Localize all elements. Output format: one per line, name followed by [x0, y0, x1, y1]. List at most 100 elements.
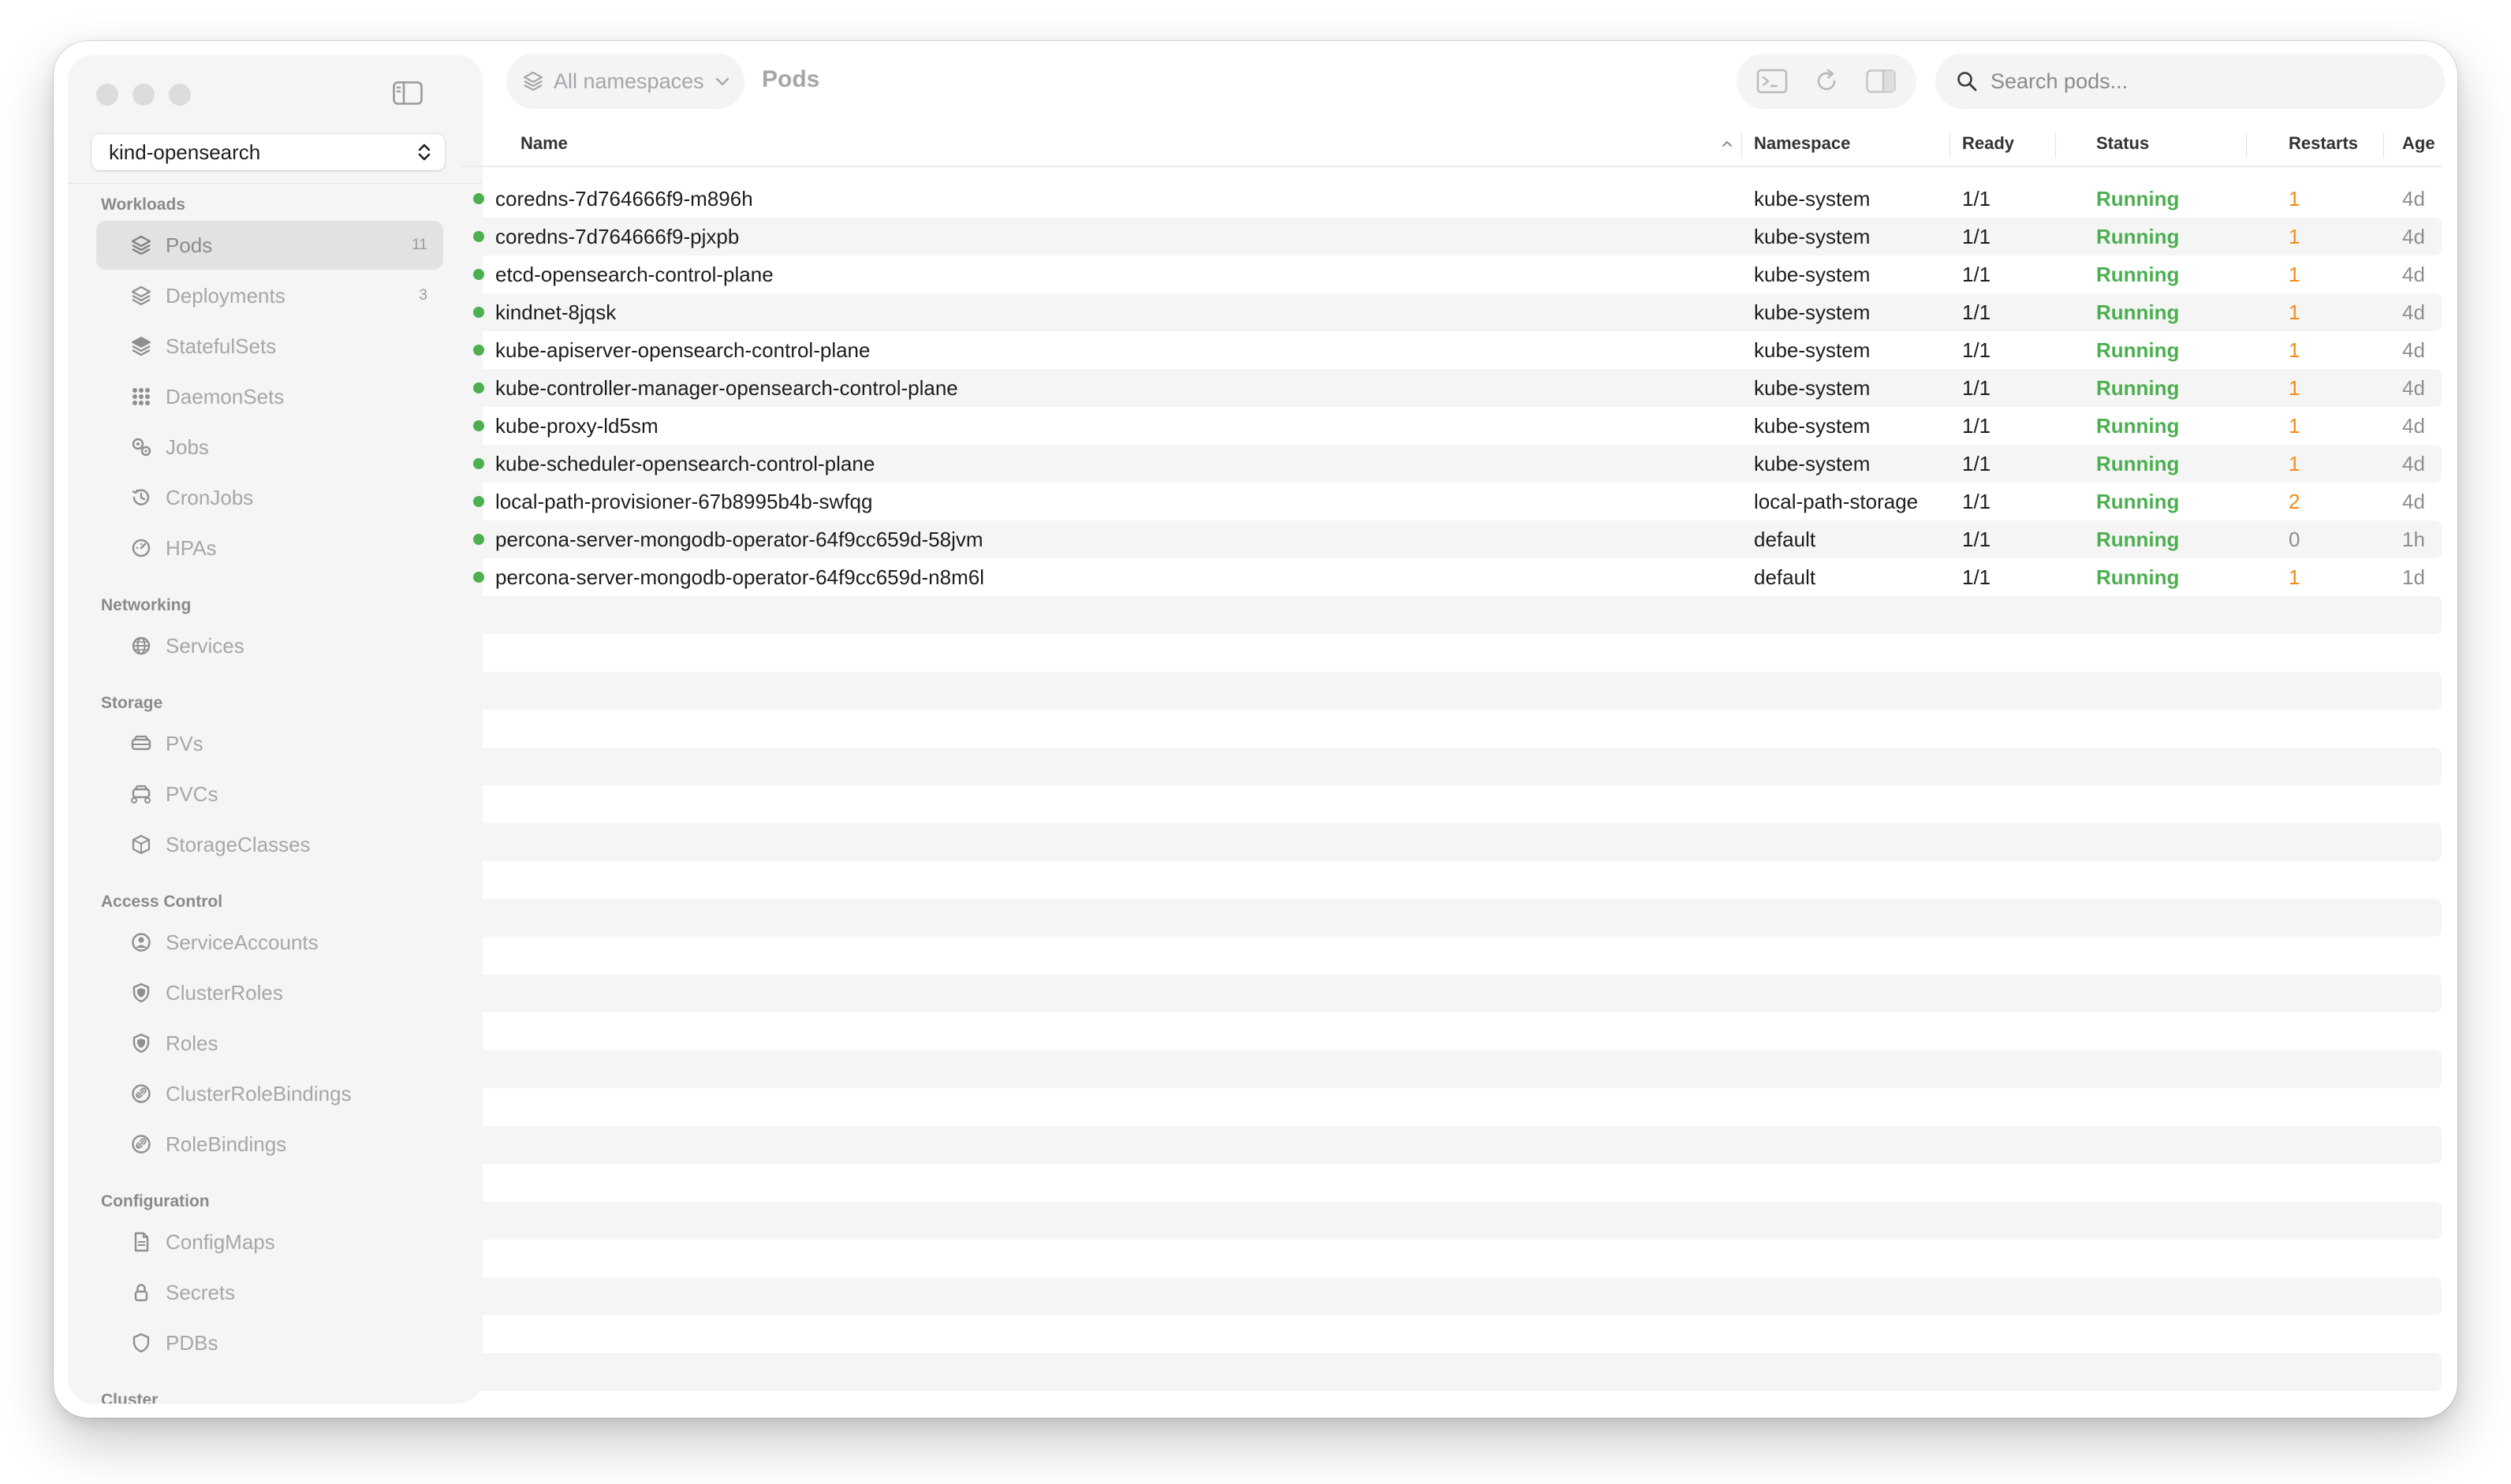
namespace-selector[interactable]: All namespaces: [506, 54, 744, 109]
sidebar-item-clusterrolebindings[interactable]: ClusterRoleBindings: [96, 1069, 443, 1118]
zoom-window-button[interactable]: [169, 84, 191, 106]
document-icon: [128, 1229, 155, 1255]
minimize-window-button[interactable]: [132, 84, 155, 106]
inspector-toggle-button[interactable]: [1862, 62, 1900, 100]
empty-row: [461, 1050, 2442, 1088]
link-circle-icon: [128, 1080, 155, 1107]
window-controls: [96, 84, 191, 106]
cell-name: kube-apiserver-opensearch-control-plane: [495, 338, 871, 362]
cell-name: coredns-7d764666f9-pjxpb: [495, 225, 740, 248]
column-header-restarts[interactable]: Restarts: [2289, 123, 2358, 167]
column-header-namespace[interactable]: Namespace: [1754, 123, 1850, 167]
cell-age: 4d: [2402, 452, 2425, 475]
table-row[interactable]: kube-apiserver-opensearch-control-plane k…: [461, 331, 2442, 369]
empty-row: [461, 1315, 2442, 1353]
sidebar-item-daemonsets[interactable]: DaemonSets: [96, 372, 443, 421]
table-row[interactable]: coredns-7d764666f9-m896h kube-system 1/1 Ru…: [461, 180, 2442, 218]
cell-name: percona-server-mongodb-operator-64f9cc65…: [495, 565, 985, 589]
table-row[interactable]: coredns-7d764666f9-pjxpb kube-system 1/1 Ru…: [461, 218, 2442, 255]
table-row[interactable]: kindnet-8jqsk kube-system 1/1 Running 1 4d: [461, 293, 2442, 331]
sidebar-item-storageclasses[interactable]: StorageClasses: [96, 820, 443, 869]
sidebar-toggle-button[interactable]: [391, 79, 424, 107]
sidebar-item-pdbs[interactable]: PDBs: [96, 1318, 443, 1367]
stack-icon: [128, 282, 155, 309]
sidebar-item-rolebindings[interactable]: RoleBindings: [96, 1120, 443, 1169]
column-header-name[interactable]: Name: [520, 123, 568, 167]
sidebar-item-configmaps[interactable]: ConfigMaps: [96, 1217, 443, 1266]
cell-status: Running: [2096, 225, 2180, 248]
updown-chevron-icon: [418, 144, 431, 161]
table-row[interactable]: kube-scheduler-opensearch-control-plane k…: [461, 445, 2442, 483]
empty-row: [461, 899, 2442, 937]
empty-row: [461, 596, 2442, 634]
cell-age: 4d: [2402, 490, 2425, 513]
cell-ready: 1/1: [1962, 187, 1991, 211]
cell-namespace: default: [1754, 528, 1816, 551]
table-row[interactable]: percona-server-mongodb-operator-64f9cc65…: [461, 558, 2442, 596]
cell-status: Running: [2096, 452, 2180, 475]
cell-age: 4d: [2402, 414, 2425, 438]
grid-dots-icon: [128, 383, 155, 410]
sidebar-item-label: StatefulSets: [166, 334, 277, 358]
empty-row: [461, 672, 2442, 710]
sidebar-section-cluster: Cluster: [68, 1385, 483, 1404]
sidebar-divider: [68, 183, 483, 184]
sidebar-item-cronjobs[interactable]: CronJobs: [96, 473, 443, 522]
table-row[interactable]: local-path-provisioner-67b8995b4b-swfqg l…: [461, 483, 2442, 520]
empty-row: [461, 1088, 2442, 1126]
terminal-button[interactable]: [1753, 62, 1791, 100]
sidebar-section-networking: Networking Services: [68, 590, 483, 688]
column-header-ready[interactable]: Ready: [1962, 123, 2014, 167]
sidebar-item-pvs[interactable]: PVs: [96, 719, 443, 768]
sidebar-section-title: Access Control: [101, 893, 223, 911]
sidebar-section-title: Workloads: [101, 196, 185, 214]
column-header-age[interactable]: Age: [2402, 123, 2435, 167]
cell-namespace: kube-system: [1754, 414, 1871, 438]
search-input[interactable]: [1991, 69, 2432, 94]
sidebar-item-serviceaccounts[interactable]: ServiceAccounts: [96, 918, 443, 967]
status-dot-icon: [473, 534, 484, 545]
context-select[interactable]: kind-opensearch: [91, 134, 445, 170]
sidebar-nav: Workloads Pods 11 Deployments 3 StatefulSets D…: [68, 189, 483, 1404]
sidebar: kind-opensearch Workloads Pods 11 Deploymen…: [68, 55, 483, 1404]
empty-row: [461, 823, 2442, 861]
sidebar-item-roles[interactable]: Roles: [96, 1019, 443, 1068]
lock-icon: [128, 1279, 155, 1306]
sidebar-item-secrets[interactable]: Secrets: [96, 1268, 443, 1317]
sidebar-item-pods[interactable]: Pods 11: [96, 221, 443, 270]
sidebar-item-label: StorageClasses: [166, 832, 311, 856]
cell-namespace: kube-system: [1754, 376, 1871, 400]
stack-filled-icon: [128, 333, 155, 360]
cell-status: Running: [2096, 376, 2180, 400]
refresh-button[interactable]: [1808, 62, 1845, 100]
table-row[interactable]: percona-server-mongodb-operator-64f9cc65…: [461, 520, 2442, 558]
sidebar-item-statefulsets[interactable]: StatefulSets: [96, 322, 443, 371]
cell-restarts: 1: [2289, 225, 2300, 248]
table-row[interactable]: kube-proxy-ld5sm kube-system 1/1 Running 1 4d: [461, 407, 2442, 445]
sidebar-item-pvcs[interactable]: PVCs: [96, 770, 443, 818]
sidebar-item-jobs[interactable]: Jobs: [96, 423, 443, 472]
sidebar-section-title: Configuration: [101, 1192, 210, 1210]
sidebar-item-label: ServiceAccounts: [166, 930, 319, 954]
sidebar-section-configuration: Configuration ConfigMaps Secrets PDBs: [68, 1186, 483, 1385]
status-dot-icon: [473, 269, 484, 280]
sidebar-item-clusterroles[interactable]: ClusterRoles: [96, 968, 443, 1017]
cell-restarts: 1: [2289, 187, 2300, 211]
status-dot-icon: [473, 193, 484, 204]
empty-row: [461, 1126, 2442, 1164]
app-window: kind-opensearch Workloads Pods 11 Deploymen…: [54, 41, 2457, 1418]
globe-icon: [128, 632, 155, 659]
search-field[interactable]: [1935, 54, 2445, 109]
shield-icon: [128, 979, 155, 1006]
sidebar-item-hpas[interactable]: HPAs: [96, 524, 443, 572]
sidebar-item-label: Roles: [166, 1031, 218, 1055]
column-header-status[interactable]: Status: [2096, 123, 2149, 167]
table-row[interactable]: kube-controller-manager-opensearch-contr…: [461, 369, 2442, 407]
close-window-button[interactable]: [96, 84, 118, 106]
sidebar-item-services[interactable]: Services: [96, 621, 443, 670]
table-row[interactable]: etcd-opensearch-control-plane kube-system…: [461, 255, 2442, 293]
sidebar-item-label: PVCs: [166, 781, 218, 806]
status-dot-icon: [473, 496, 484, 507]
sidebar-item-deployments[interactable]: Deployments 3: [96, 271, 443, 320]
